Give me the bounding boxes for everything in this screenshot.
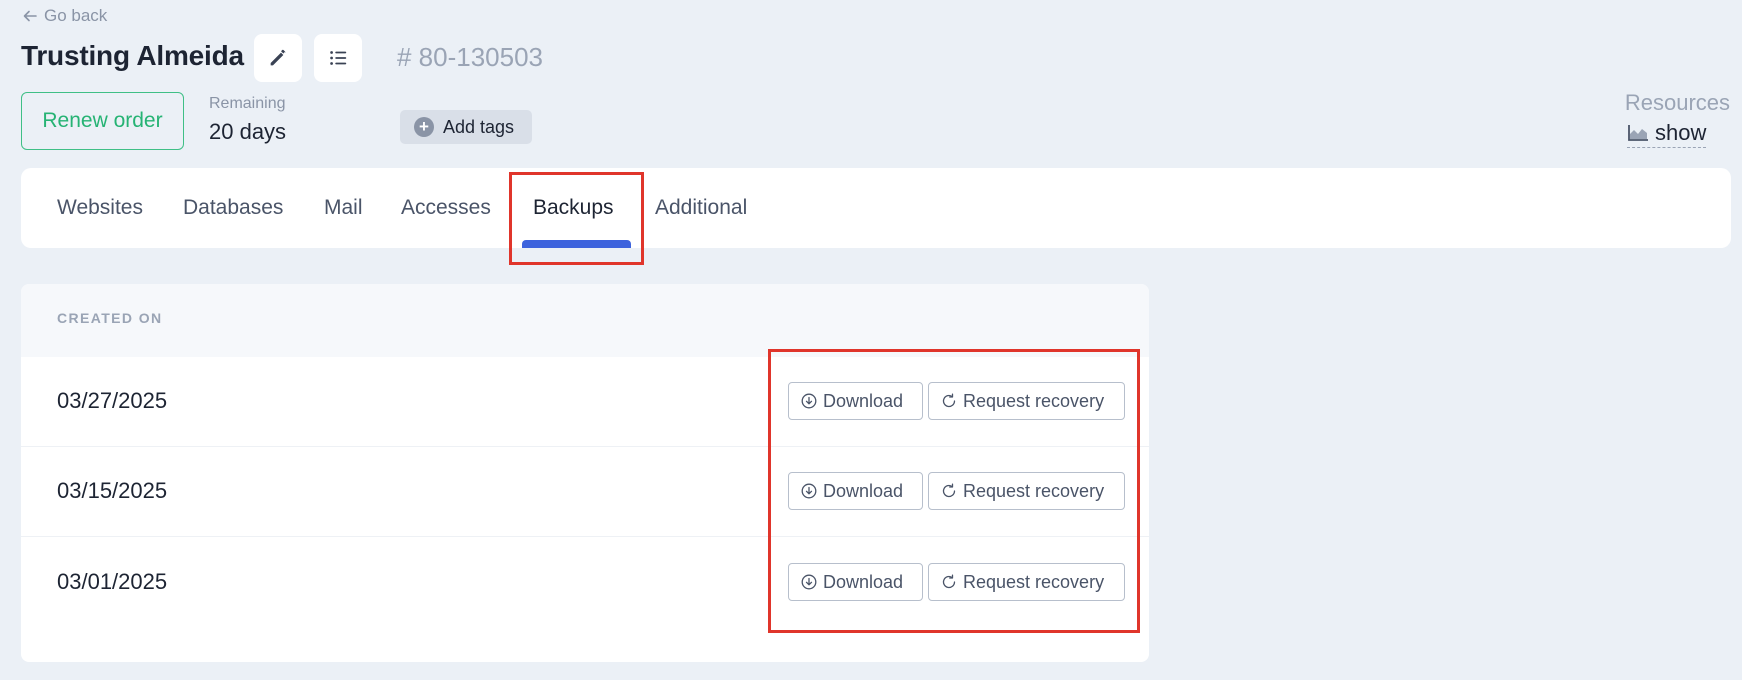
resources-show-link[interactable]: show bbox=[1627, 120, 1707, 148]
table-header: CREATED ON bbox=[21, 284, 1149, 357]
plus-circle-icon: + bbox=[414, 117, 434, 137]
details-list-button[interactable] bbox=[314, 34, 362, 82]
area-chart-icon bbox=[1628, 125, 1648, 141]
tab-additional[interactable]: Additional bbox=[655, 196, 747, 220]
tab-accesses[interactable]: Accesses bbox=[401, 196, 491, 220]
renew-order-button[interactable]: Renew order bbox=[21, 92, 184, 150]
list-icon bbox=[330, 51, 347, 65]
highlight-box-backups-tab bbox=[509, 172, 644, 265]
add-tags-label: Add tags bbox=[443, 116, 515, 137]
tab-databases[interactable]: Databases bbox=[183, 196, 283, 220]
order-id: # 80-130503 bbox=[397, 42, 544, 72]
pencil-icon bbox=[270, 49, 286, 66]
highlight-box-actions bbox=[768, 349, 1140, 633]
edit-button[interactable] bbox=[254, 34, 302, 82]
column-header-created-on: CREATED ON bbox=[57, 310, 163, 326]
go-back-label: Go back bbox=[44, 6, 108, 25]
tab-mail[interactable]: Mail bbox=[324, 196, 363, 220]
backup-date: 03/15/2025 bbox=[57, 478, 168, 503]
add-tags-button[interactable]: + Add tags bbox=[400, 110, 533, 144]
resources-label: Resources bbox=[1624, 90, 1730, 115]
backup-date: 03/27/2025 bbox=[57, 388, 168, 413]
resources-show-label: show bbox=[1655, 120, 1707, 145]
tab-websites[interactable]: Websites bbox=[57, 196, 143, 220]
backup-date: 03/01/2025 bbox=[57, 569, 168, 594]
remaining-label: Remaining bbox=[209, 95, 286, 112]
arrow-left-icon bbox=[23, 10, 37, 22]
remaining-value: 20 days bbox=[209, 119, 287, 144]
page-title: Trusting Almeida bbox=[21, 40, 244, 71]
go-back-link[interactable]: Go back bbox=[22, 6, 107, 26]
